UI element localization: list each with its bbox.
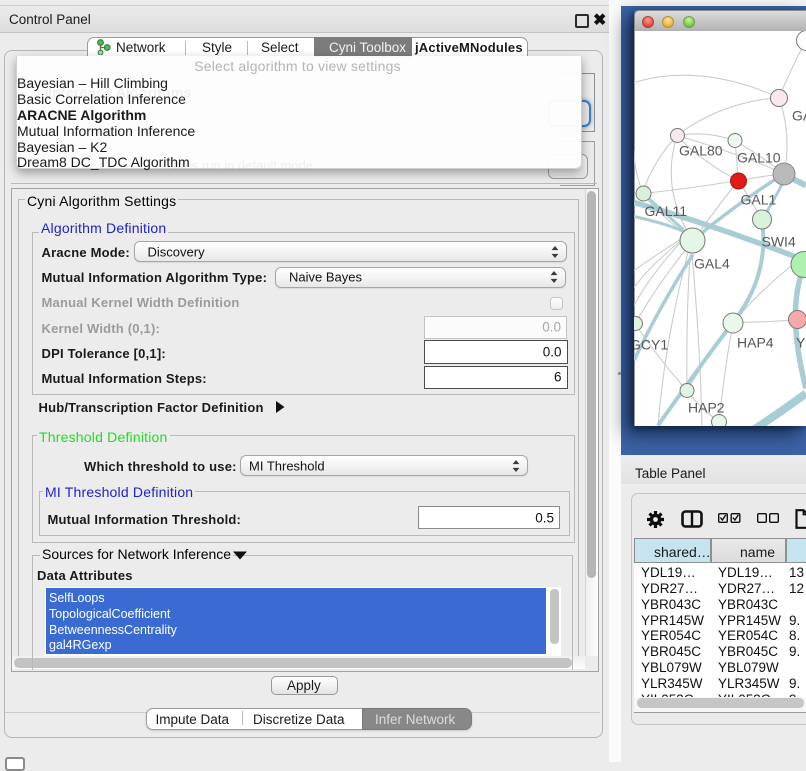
svg-text:GAL4: GAL4	[694, 255, 730, 271]
svg-text:GAL11: GAL11	[645, 203, 688, 219]
svg-text:Y: Y	[796, 334, 806, 350]
svg-text:GCY1: GCY1	[634, 336, 668, 352]
svg-text:HAP2: HAP2	[688, 399, 725, 415]
svg-text:SWI4: SWI4	[762, 233, 796, 249]
svg-text:GAL80: GAL80	[679, 142, 723, 158]
svg-text:GAL1: GAL1	[741, 191, 777, 207]
svg-text:HAP4: HAP4	[737, 334, 774, 350]
svg-text:GAL10: GAL10	[737, 149, 781, 165]
svg-text:GAL8: GAL8	[792, 107, 806, 123]
